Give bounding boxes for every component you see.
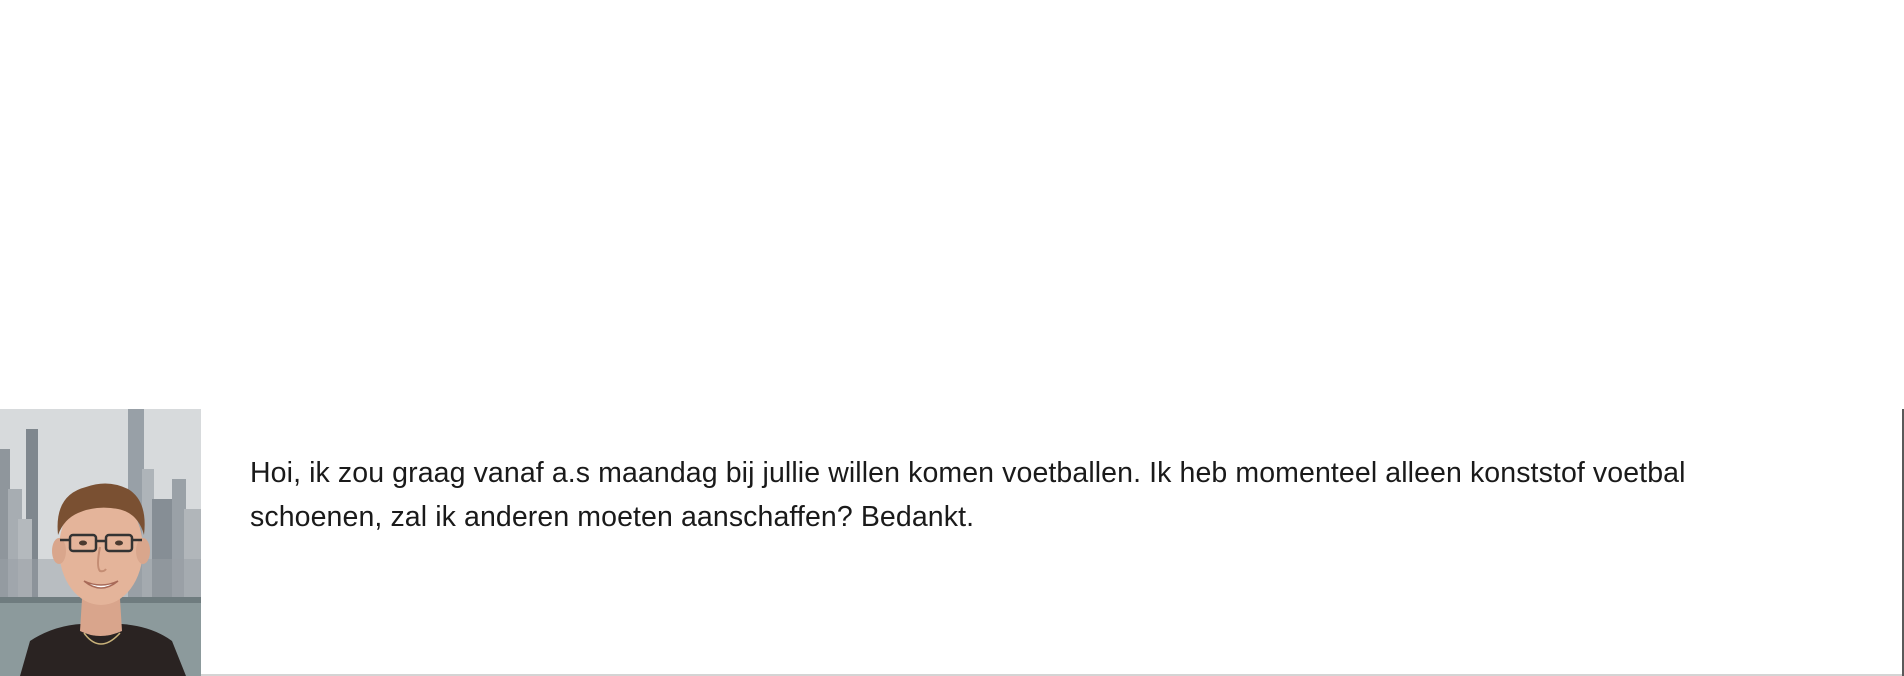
avatar (0, 409, 201, 676)
comment-text: Hoi, ik zou graag vanaf a.s maandag bij … (250, 457, 1686, 533)
user-photo-icon (0, 409, 201, 676)
comment-item: Hoi, ik zou graag vanaf a.s maandag bij … (0, 409, 1904, 676)
